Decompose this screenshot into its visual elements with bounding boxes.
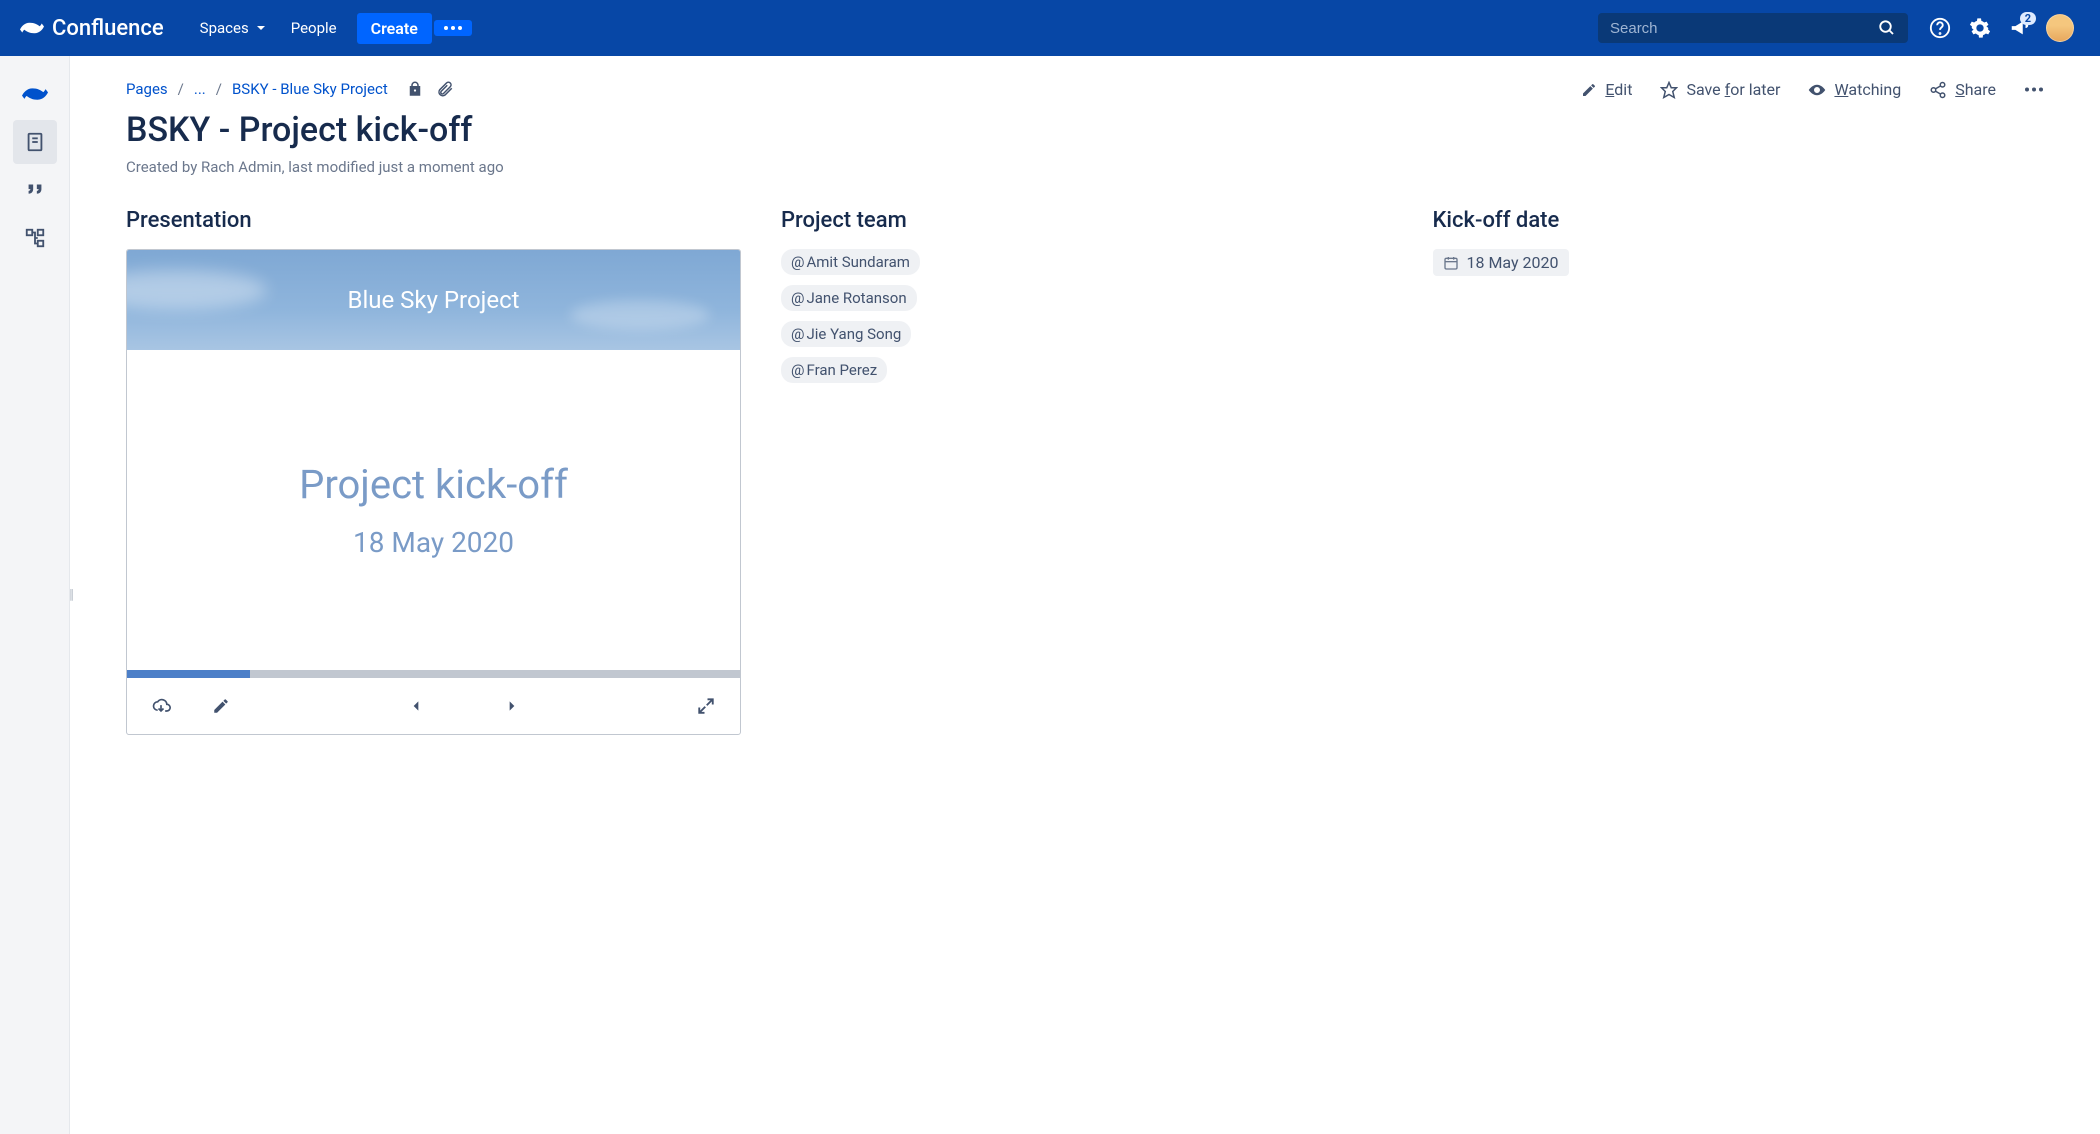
calendar-icon: [1443, 255, 1459, 271]
share-icon: [1929, 81, 1947, 99]
kickoff-heading: Kick-off date: [1433, 208, 2045, 233]
more-actions-button[interactable]: [2024, 87, 2044, 92]
breadcrumb-separator: /: [216, 80, 222, 98]
edit-button[interactable]: Edit: [1581, 80, 1632, 99]
people-label: People: [291, 19, 337, 37]
team-heading: Project team: [781, 208, 1393, 233]
avatar-icon: [2046, 14, 2074, 42]
confluence-icon: [20, 16, 44, 40]
mention-chip[interactable]: Jie Yang Song: [781, 321, 911, 347]
download-button[interactable]: [143, 688, 179, 724]
fullscreen-button[interactable]: [688, 688, 724, 724]
slide-progress[interactable]: [127, 670, 740, 678]
presentation-toolbar: [127, 678, 740, 734]
create-more-button[interactable]: [434, 20, 472, 36]
cloud-download-icon: [151, 696, 171, 716]
confluence-small-icon: [22, 81, 48, 107]
rail-resize-handle[interactable]: ||: [69, 587, 72, 603]
profile-avatar[interactable]: [2040, 8, 2080, 48]
team-list: Amit Sundaram Jane Rotanson Jie Yang Son…: [781, 249, 1393, 383]
star-icon: [1660, 81, 1678, 99]
quote-icon: [24, 179, 46, 201]
save-for-later-button[interactable]: Save for later: [1660, 80, 1780, 99]
breadcrumb-root[interactable]: Pages: [126, 80, 168, 98]
slide-body: Project kick-off 18 May 2020: [127, 350, 740, 670]
project-team-section: Project team Amit Sundaram Jane Rotanson…: [781, 208, 1393, 735]
spaces-label: Spaces: [200, 19, 249, 37]
lock-icon[interactable]: [406, 80, 424, 98]
search-input-wrapper[interactable]: [1598, 13, 1908, 43]
rail-tree[interactable]: [13, 216, 57, 260]
mention-chip[interactable]: Fran Perez: [781, 357, 887, 383]
share-button[interactable]: Share: [1929, 80, 1996, 99]
page-icon: [24, 131, 46, 153]
slide-banner: Blue Sky Project: [127, 250, 740, 350]
breadcrumb-separator: /: [178, 80, 184, 98]
left-rail: ||: [0, 56, 70, 1134]
settings-button[interactable]: [1960, 8, 2000, 48]
chevron-left-icon: [409, 699, 423, 713]
pencil-icon: [212, 697, 230, 715]
people-link[interactable]: People: [279, 11, 349, 45]
breadcrumb-parent[interactable]: BSKY - Blue Sky Project: [232, 80, 388, 98]
rail-confluence-home[interactable]: [13, 72, 57, 116]
breadcrumb: Pages / ... / BSKY - Blue Sky Project: [126, 80, 1581, 98]
spaces-menu[interactable]: Spaces: [188, 11, 279, 45]
presentation-viewer: Blue Sky Project Project kick-off 18 May…: [126, 249, 741, 735]
ellipsis-icon: [2024, 87, 2044, 92]
slide-date: 18 May 2020: [353, 526, 514, 559]
prev-slide-button[interactable]: [398, 688, 434, 724]
date-text: 18 May 2020: [1467, 253, 1559, 272]
search-input[interactable]: [1610, 20, 1878, 37]
mention-chip[interactable]: Jane Rotanson: [781, 285, 917, 311]
pencil-icon: [1581, 82, 1597, 98]
chevron-right-icon: [505, 699, 519, 713]
rail-quotes[interactable]: [13, 168, 57, 212]
date-chip[interactable]: 18 May 2020: [1433, 249, 1569, 276]
page-title: BSKY - Project kick-off: [126, 110, 2044, 150]
presentation-section: Presentation Blue Sky Project Project ki…: [126, 208, 741, 735]
create-button[interactable]: Create: [357, 13, 432, 44]
slide-title: Project kick-off: [299, 461, 568, 508]
tree-icon: [24, 227, 46, 249]
kickoff-date-section: Kick-off date 18 May 2020: [1433, 208, 2045, 735]
breadcrumb-ellipsis[interactable]: ...: [194, 80, 206, 98]
edit-slide-button[interactable]: [203, 688, 239, 724]
notification-badge: 2: [2020, 12, 2036, 25]
mention-chip[interactable]: Amit Sundaram: [781, 249, 920, 275]
notifications-button[interactable]: 2: [2000, 8, 2040, 48]
ellipsis-icon: [444, 26, 462, 30]
help-button[interactable]: [1920, 8, 1960, 48]
slide-preview[interactable]: Blue Sky Project Project kick-off 18 May…: [127, 250, 740, 670]
gear-icon: [1969, 17, 1991, 39]
rail-pages[interactable]: [13, 120, 57, 164]
attachment-icon[interactable]: [436, 80, 454, 98]
page-actions: Edit Save for later Watching Share: [1581, 80, 2044, 99]
top-navigation: Confluence Spaces People Create 2: [0, 0, 2100, 56]
chevron-down-icon: [255, 22, 267, 34]
page-byline: Created by Rach Admin, last modified jus…: [126, 158, 2044, 176]
brand-text: Confluence: [52, 16, 164, 41]
help-icon: [1929, 17, 1951, 39]
presentation-heading: Presentation: [126, 208, 741, 233]
slide-progress-fill: [127, 670, 250, 678]
main-content: Edit Save for later Watching Share Pages…: [70, 56, 2100, 1134]
search-icon: [1878, 19, 1896, 37]
next-slide-button[interactable]: [494, 688, 530, 724]
confluence-logo[interactable]: Confluence: [20, 16, 164, 41]
expand-icon: [697, 697, 715, 715]
eye-icon: [1808, 81, 1826, 99]
watching-button[interactable]: Watching: [1808, 80, 1901, 99]
